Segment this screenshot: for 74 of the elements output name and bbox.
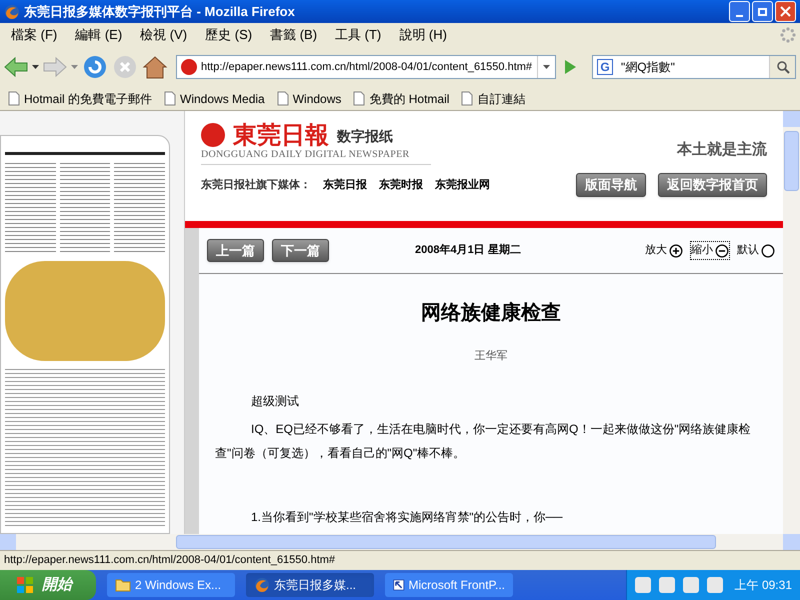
nav-button[interactable]: 返回数字报首页: [658, 173, 767, 196]
circle-icon[interactable]: [761, 244, 775, 258]
zoom-option[interactable]: 默认: [737, 242, 775, 259]
bookmark-link[interactable]: 自訂連結: [477, 90, 526, 108]
bookmark-link[interactable]: Windows: [292, 90, 342, 108]
media-label: 东莞日报社旗下媒体：: [201, 178, 311, 192]
menu-item[interactable]: 工具 (T): [328, 25, 388, 45]
taskbar-button[interactable]: 2 Windows Ex...: [107, 573, 235, 597]
folder-icon: [115, 578, 131, 592]
zoom-in-icon[interactable]: [669, 244, 683, 258]
vertical-scrollbar[interactable]: [783, 111, 800, 550]
menu-item[interactable]: 歷史 (S): [198, 25, 260, 45]
horizontal-scrollbar[interactable]: [0, 534, 783, 550]
page-icon: [164, 91, 176, 106]
media-link[interactable]: 东莞报业网: [435, 176, 490, 193]
search-engine-icon[interactable]: G: [597, 59, 613, 75]
close-button[interactable]: [775, 1, 796, 22]
caret-icon: [543, 65, 550, 69]
zoom-out-icon[interactable]: [715, 244, 729, 258]
globe-icon: [4, 4, 20, 20]
menu-item[interactable]: 檢視 (V): [133, 25, 194, 45]
tray-app-icon[interactable]: [634, 577, 651, 593]
taskbar-button[interactable]: Microsoft FrontP...: [385, 573, 513, 597]
site-icon: [181, 59, 197, 75]
reload-icon[interactable]: [82, 54, 108, 80]
page-icon: [276, 91, 289, 106]
slogan: 本土就是主流: [677, 140, 767, 160]
masthead-english: DONGGUANG DAILY DIGITAL NEWSPAPER: [201, 147, 431, 165]
page-icon: [8, 91, 20, 106]
window-title: 东莞日报多媒体数字报刊平台 - Mozilla Firefox: [24, 2, 296, 21]
tray-app-icon[interactable]: [706, 577, 723, 593]
search-field[interactable]: G "網Q指數": [592, 55, 796, 79]
article-paragraph: 超级测试: [250, 392, 300, 410]
clock: 上午 09:31: [734, 577, 792, 594]
article-title: 网络族健康检查: [420, 300, 562, 326]
windows-logo-icon: [16, 576, 34, 594]
article-nav-button[interactable]: 上一篇: [207, 238, 264, 262]
search-icon[interactable]: [769, 56, 795, 78]
menu-item[interactable]: 書籤 (B): [263, 25, 324, 45]
nav-button[interactable]: 版面导航: [576, 173, 646, 196]
back-arrow-icon[interactable]: [4, 56, 28, 78]
home-icon[interactable]: [142, 55, 168, 79]
page-icon: [461, 91, 474, 106]
date-text: 2008年4月1日 星期二: [415, 242, 521, 258]
newspaper-page-picture[interactable]: [0, 135, 170, 534]
tray-app-icon[interactable]: [658, 577, 675, 593]
menu-item[interactable]: 說明 (H): [392, 25, 454, 45]
taskbar-button[interactable]: 东莞日报多媒...: [246, 573, 374, 597]
start-button[interactable]: 開始: [0, 570, 96, 600]
close-icon: [780, 6, 791, 17]
address-field[interactable]: http://epaper.news111.com.cn/html/2008-04/01/content_61550.htm#: [176, 55, 556, 79]
menu-item[interactable]: 編輯 (E): [68, 25, 130, 45]
throbber-icon: [780, 27, 796, 43]
article-author: 王华军: [474, 349, 508, 364]
article-nav-button[interactable]: 下一篇: [272, 238, 329, 262]
article-paragraph: IQ、EQ已经不够看了，生活在电脑时代，你一定还要有高网Q！一起来做做这份"网络族健康检查"问卷（可复选），看看自己的"网Q"棒不棒。: [215, 420, 752, 462]
globe-icon: [254, 577, 270, 593]
status-text: http://epaper.news111.com.cn/html/2008-04/01/content_61550.htm#: [4, 553, 336, 568]
bookmark-link[interactable]: Hotmail 的免費電子郵件: [24, 90, 152, 108]
dropdown-caret-icon[interactable]: [32, 65, 39, 69]
newspaper-logo-icon: [201, 123, 225, 147]
masthead-logo: 東莞日報: [233, 123, 329, 147]
menu-item[interactable]: 檔案 (F): [4, 25, 64, 45]
media-link[interactable]: 东莞日报: [323, 176, 367, 193]
article-paragraph: 1.当你看到"学校某些宿舍将实施网络宵禁"的公告时，你──: [250, 508, 564, 526]
zoom-option[interactable]: 放大: [645, 242, 683, 259]
page-icon: [353, 91, 366, 106]
media-link[interactable]: 东莞时报: [379, 176, 423, 193]
restore-button[interactable]: [752, 1, 773, 22]
zoom-option[interactable]: 縮小: [691, 242, 729, 259]
minimize-button[interactable]: [729, 1, 750, 22]
bookmark-link[interactable]: 免費的 Hotmail: [369, 90, 450, 108]
masthead-subtitle: 数字报纸: [337, 127, 393, 146]
bookmark-link[interactable]: Windows Media: [180, 90, 265, 108]
